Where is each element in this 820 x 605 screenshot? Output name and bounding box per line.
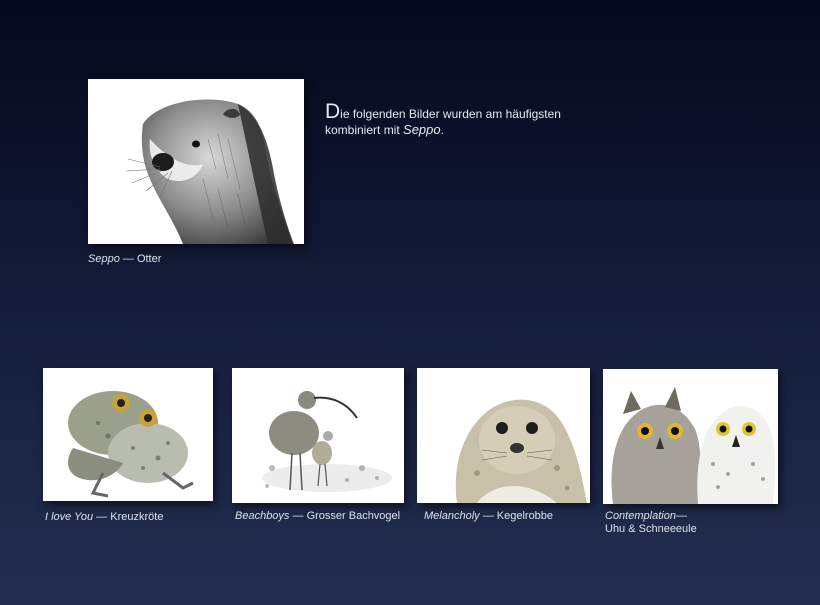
intro-text: Die folgenden Bilder wurden am häufigste… <box>325 101 585 138</box>
caption-separator: — <box>479 510 497 522</box>
gallery-subject-3: Kegelrobbe <box>496 510 554 522</box>
caption-separator-tight: — <box>675 510 687 522</box>
featured-title: Seppo <box>88 253 120 265</box>
caption-separator: — <box>93 511 111 523</box>
intro-line2: kombiniert mit <box>325 123 404 137</box>
gallery-caption-4: Contemplation— Uhu & Schneeeule <box>605 510 697 536</box>
gallery-caption-1: I love You — Kreuzkröte <box>45 511 163 524</box>
gallery-artwork-owls[interactable] <box>603 369 778 504</box>
otter-drawing <box>125 99 294 244</box>
gallery-subject-1: Kreuzkröte <box>110 511 164 523</box>
curlews-drawing <box>262 391 392 492</box>
gallery-title-4: Contemplation <box>605 510 676 522</box>
caption-separator: — <box>289 510 307 522</box>
gallery-subject-2: Grosser Bachvogel <box>306 510 401 522</box>
intro-name: Seppo <box>403 122 441 137</box>
gallery-title-2: Beachboys <box>235 510 290 522</box>
gallery-title-3: Melancholy <box>424 510 480 522</box>
toads-drawing <box>68 391 194 498</box>
intro-line1: ie folgenden Bilder wurden am häufigsten <box>340 107 561 121</box>
gallery-caption-3: Melancholy — Kegelrobbe <box>424 510 553 523</box>
gallery-subject-4: Uhu & Schneeeule <box>605 523 697 535</box>
owls-drawing <box>611 387 776 504</box>
seal-drawing <box>455 399 587 503</box>
intro-suffix: . <box>440 123 444 137</box>
featured-subject: Otter <box>136 253 162 265</box>
gallery-title-1: I love You <box>45 511 94 523</box>
gallery-caption-2: Beachboys — Grosser Bachvogel <box>235 510 400 523</box>
gallery-artwork-toads[interactable] <box>43 368 213 501</box>
gallery-artwork-seal[interactable] <box>417 368 590 503</box>
caption-separator: — <box>119 253 137 265</box>
intro-initial: D <box>325 100 341 123</box>
featured-caption: Seppo — Otter <box>88 253 161 266</box>
featured-artwork-otter[interactable] <box>88 79 304 244</box>
gallery-artwork-curlews[interactable] <box>232 368 404 503</box>
